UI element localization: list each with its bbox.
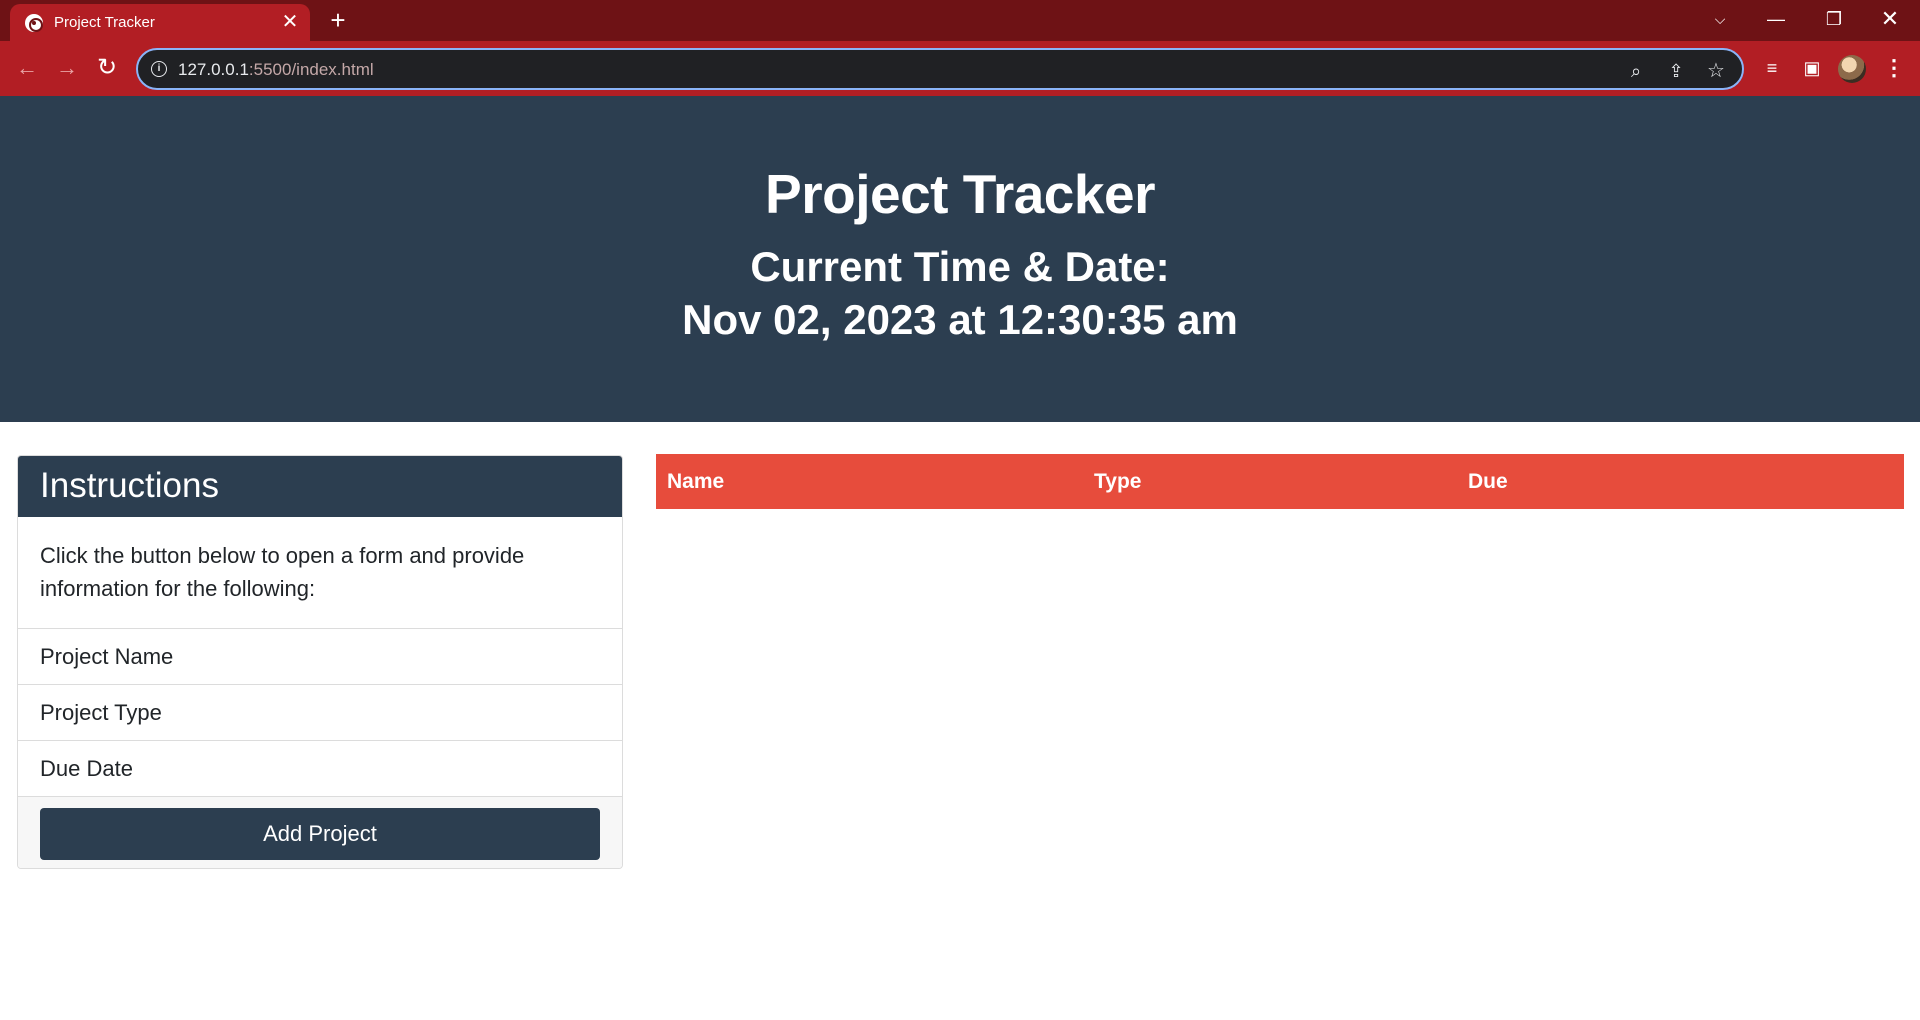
browser-tab[interactable]: Project Tracker ✕ (10, 4, 310, 41)
instructions-footer: Add Project (18, 797, 622, 868)
column-header-due: Due (1468, 470, 1508, 493)
column-header-name: Name (667, 470, 725, 493)
list-item-project-type: Project Type (18, 685, 622, 741)
url-text[interactable]: 127.0.0.1:5500/index.html (178, 60, 374, 80)
url-host: 127.0.0.1 (178, 60, 249, 79)
broadcast-icon (25, 14, 43, 32)
url-path: :5500/index.html (248, 60, 374, 79)
profile-avatar[interactable] (1838, 55, 1866, 83)
forward-button[interactable]: → (52, 53, 82, 83)
back-button[interactable]: ← (12, 53, 42, 83)
new-tab-button[interactable]: + (324, 6, 352, 34)
site-info-icon[interactable]: i (151, 61, 167, 77)
instructions-text: Click the button below to open a form an… (18, 517, 622, 629)
add-project-button[interactable]: Add Project (40, 808, 600, 860)
list-item-due-date: Due Date (18, 741, 622, 797)
time-label: Current Time & Date: (750, 243, 1170, 290)
page-header: Project Tracker Current Time & Date: Nov… (0, 96, 1920, 422)
restore-button[interactable]: ❐ (1806, 0, 1862, 40)
address-bar[interactable]: i 127.0.0.1:5500/index.html ⌕ ⇪ ☆ (136, 48, 1744, 90)
minimize-button[interactable]: — (1748, 0, 1804, 40)
close-window-button[interactable]: ✕ (1862, 0, 1918, 40)
page-content: Project Tracker Current Time & Date: Nov… (0, 96, 1920, 1020)
media-control-icon[interactable]: ≡ (1757, 53, 1787, 83)
browser-tab-strip: Project Tracker ✕ + ⌵ — ❐ ✕ (0, 0, 1920, 41)
zoom-icon[interactable]: ⌕ (1624, 59, 1648, 83)
projects-table-header: Name Type Due (656, 454, 1904, 509)
current-time-display: Current Time & Date: Nov 02, 2023 at 12:… (0, 240, 1920, 346)
close-tab-icon[interactable]: ✕ (280, 12, 300, 32)
column-header-type: Type (1094, 470, 1142, 493)
page-title: Project Tracker (765, 163, 1155, 225)
tab-title: Project Tracker (54, 14, 155, 31)
browser-menu-icon[interactable]: ⋮ (1879, 53, 1909, 83)
tab-search-icon[interactable]: ⌵ (1692, 0, 1748, 40)
instructions-heading: Instructions (18, 456, 622, 517)
share-icon[interactable]: ⇪ (1664, 59, 1688, 83)
current-datetime: Nov 02, 2023 at 12:30:35 am (682, 296, 1238, 343)
bookmark-star-icon[interactable]: ☆ (1704, 59, 1728, 83)
browser-toolbar: ← → ↻ i 127.0.0.1:5500/index.html ⌕ ⇪ ☆ … (0, 41, 1920, 96)
instructions-card: Instructions Click the button below to o… (17, 455, 623, 869)
reload-button[interactable]: ↻ (92, 53, 122, 83)
side-panel-icon[interactable]: ▣ (1797, 53, 1827, 83)
list-item-project-name: Project Name (18, 629, 622, 685)
